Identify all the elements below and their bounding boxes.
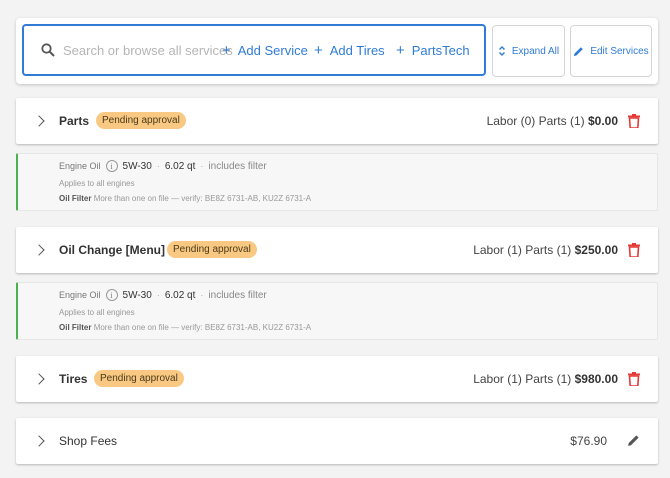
filter-note: includes filter bbox=[208, 160, 267, 172]
chevron-right-icon[interactable] bbox=[33, 373, 45, 385]
status-badge: Pending approval bbox=[167, 241, 257, 258]
chevron-right-icon[interactable] bbox=[33, 435, 45, 447]
oil-filter-line: Oil Filter More than one on file — verif… bbox=[59, 323, 311, 332]
service-totals: Labor (1) Parts (1) $980.00 bbox=[473, 372, 618, 386]
plus-icon: + bbox=[222, 42, 231, 59]
shop-fees-card[interactable]: Shop Fees $76.90 bbox=[16, 418, 658, 464]
plus-icon: + bbox=[396, 42, 405, 59]
search-icon bbox=[41, 43, 55, 57]
expand-all-label: Expand All bbox=[511, 45, 560, 57]
chevron-right-icon[interactable] bbox=[33, 115, 45, 127]
service-totals: Labor (0) Parts (1) $0.00 bbox=[487, 114, 618, 128]
service-title: Parts bbox=[59, 114, 90, 128]
separator: · bbox=[200, 290, 204, 300]
partstech-label: PartsTech bbox=[411, 43, 470, 58]
service-totals: Labor (1) Parts (1) $250.00 bbox=[473, 243, 618, 257]
service-total: $0.00 bbox=[587, 114, 618, 128]
oil-filter-value: More than one on file — verify: BE8Z 673… bbox=[93, 323, 312, 332]
status-badge: Pending approval bbox=[96, 112, 186, 129]
oil-filter-value: More than one on file — verify: BE8Z 673… bbox=[93, 194, 312, 203]
edit-services-label: Edit Services bbox=[590, 45, 649, 57]
applies-note: Applies to all engines bbox=[59, 179, 135, 188]
pencil-icon bbox=[574, 46, 584, 56]
add-tires-label: Add Tires bbox=[329, 43, 385, 58]
oil-viscosity: 5W-30 bbox=[122, 160, 152, 172]
chevron-right-icon[interactable] bbox=[33, 244, 45, 256]
add-tires-button[interactable]: + Add Tires bbox=[314, 43, 385, 58]
oil-spec-line: Engine Oil i 5W-30 · 6.02 qt · includes … bbox=[59, 160, 267, 172]
applies-note: Applies to all engines bbox=[59, 308, 135, 317]
service-title: Tires bbox=[59, 372, 88, 386]
status-badge: Pending approval bbox=[94, 370, 184, 387]
separator: · bbox=[200, 161, 204, 171]
edit-services-button[interactable]: Edit Services bbox=[570, 25, 652, 77]
oil-filter-key: Oil Filter bbox=[59, 194, 92, 203]
labor-count: Labor (0) bbox=[486, 114, 536, 128]
trash-icon[interactable] bbox=[628, 372, 640, 386]
trash-icon[interactable] bbox=[628, 243, 640, 257]
oil-spec-line: Engine Oil i 5W-30 · 6.02 qt · includes … bbox=[59, 289, 267, 301]
info-icon[interactable]: i bbox=[105, 289, 118, 301]
shop-fees-title: Shop Fees bbox=[59, 434, 118, 448]
service-title: Oil Change [Menu] bbox=[59, 243, 165, 257]
oil-filter-line: Oil Filter More than one on file — verif… bbox=[59, 194, 311, 203]
pencil-icon[interactable] bbox=[627, 434, 640, 447]
parts-count: Parts (1) bbox=[525, 243, 572, 257]
expand-icon bbox=[498, 46, 505, 56]
trash-icon[interactable] bbox=[628, 114, 640, 128]
labor-count: Labor (1) bbox=[473, 372, 522, 386]
plus-icon: + bbox=[314, 42, 323, 59]
parts-count: Parts (1) bbox=[525, 372, 572, 386]
service-card-oil-change[interactable]: Oil Change [Menu] Pending approval Labor… bbox=[16, 227, 658, 273]
add-service-button[interactable]: + Add Service bbox=[222, 43, 308, 58]
separator: · bbox=[156, 161, 160, 171]
service-card-parts[interactable]: Parts Pending approval Labor (0) Parts (… bbox=[16, 98, 658, 144]
partstech-button[interactable]: + PartsTech bbox=[396, 43, 470, 58]
labor-count: Labor (1) bbox=[473, 243, 522, 257]
oil-detail-panel: Engine Oil i 5W-30 · 6.02 qt · includes … bbox=[16, 153, 658, 211]
oil-quantity: 6.02 qt bbox=[164, 160, 196, 172]
info-icon[interactable]: i bbox=[105, 160, 118, 172]
service-toolbar: Search or browse all services + Add Serv… bbox=[16, 18, 658, 84]
search-placeholder: Search or browse all services bbox=[63, 42, 233, 58]
separator: · bbox=[156, 290, 160, 300]
parts-count: Parts (1) bbox=[538, 114, 585, 128]
oil-detail-panel: Engine Oil i 5W-30 · 6.02 qt · includes … bbox=[16, 282, 658, 340]
service-card-tires[interactable]: Tires Pending approval Labor (1) Parts (… bbox=[16, 356, 658, 402]
shop-fees-total: $76.90 bbox=[570, 434, 607, 448]
expand-all-button[interactable]: Expand All bbox=[492, 25, 565, 77]
add-service-label: Add Service bbox=[237, 43, 308, 58]
service-total: $980.00 bbox=[574, 372, 618, 386]
filter-note: includes filter bbox=[208, 289, 267, 301]
oil-filter-key: Oil Filter bbox=[59, 323, 92, 332]
service-total: $250.00 bbox=[574, 243, 618, 257]
oil-quantity: 6.02 qt bbox=[164, 289, 196, 301]
oil-label: Engine Oil bbox=[59, 290, 101, 300]
oil-label: Engine Oil bbox=[59, 161, 101, 171]
oil-viscosity: 5W-30 bbox=[122, 289, 152, 301]
